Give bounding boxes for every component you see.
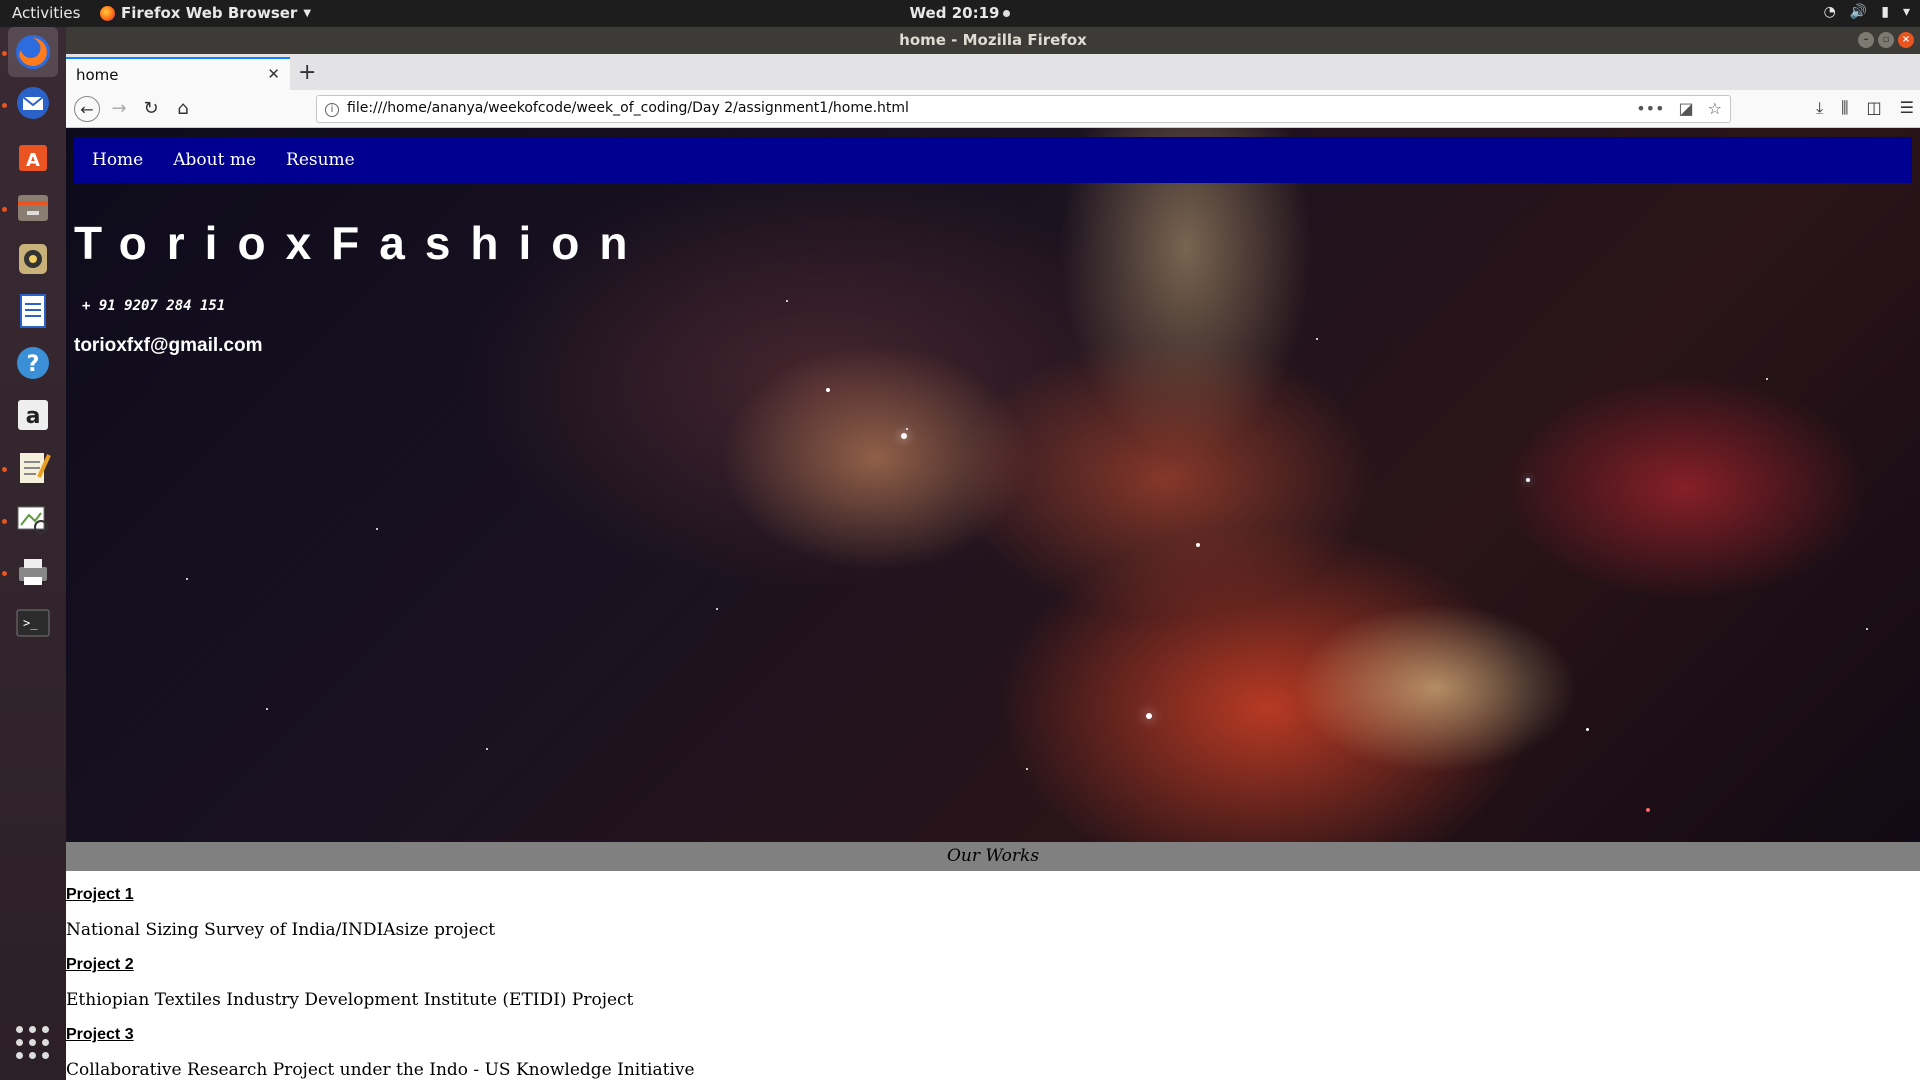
star	[1646, 808, 1650, 812]
star	[1196, 543, 1200, 547]
launcher-dock: A ? a >_	[0, 27, 66, 1080]
star	[486, 748, 488, 750]
close-tab-icon[interactable]: ✕	[267, 65, 280, 83]
star	[906, 428, 908, 430]
notification-dot-icon	[1003, 10, 1011, 17]
tab-bar: home ✕ +	[66, 54, 1920, 90]
project-title: Project 2	[66, 956, 134, 973]
battery-icon[interactable]: ▮	[1881, 4, 1889, 20]
nav-resume-link[interactable]: Resume	[286, 150, 355, 170]
forward-icon[interactable]: →	[106, 96, 132, 122]
tab-home[interactable]: home ✕	[66, 57, 290, 90]
star	[266, 708, 268, 710]
window-titlebar: home - Mozilla Firefox – ▫ ×	[66, 27, 1920, 54]
web-content: Home About me Resume TorioxFashion + 91 …	[66, 128, 1920, 1080]
downloads-icon[interactable]: ⤓	[1816, 98, 1823, 118]
running-indicator	[2, 571, 7, 576]
project-title: Project 3	[66, 1026, 134, 1043]
minimize-icon[interactable]: –	[1858, 32, 1874, 48]
home-icon[interactable]: ⌂	[170, 96, 196, 122]
back-icon[interactable]: ←	[74, 96, 100, 122]
running-indicator	[2, 519, 7, 524]
sidebar-icon[interactable]: ◫	[1867, 98, 1882, 118]
pocket-icon[interactable]: ◪	[1679, 99, 1694, 118]
running-indicator	[2, 207, 7, 212]
star	[376, 528, 378, 530]
help-icon[interactable]: ?	[8, 338, 58, 388]
thunderbird-icon[interactable]	[8, 78, 58, 128]
amazon-icon[interactable]: a	[8, 390, 58, 440]
window-title: home - Mozilla Firefox	[899, 31, 1087, 49]
clock[interactable]: Wed 20:19	[0, 4, 1920, 22]
star	[901, 433, 907, 439]
text-editor-icon[interactable]	[8, 442, 58, 492]
phone-number: + 91 9207 284 151	[82, 298, 226, 314]
maximize-icon[interactable]: ▫	[1878, 32, 1894, 48]
url-actions: ••• ◪ ☆	[1636, 99, 1722, 118]
url-bar[interactable]: i file:///home/ananya/weekofcode/week_of_…	[316, 95, 1731, 123]
volume-icon[interactable]: 🔊	[1850, 4, 1867, 20]
clock-label: Wed 20:19	[909, 4, 1000, 22]
svg-text:>_: >_	[23, 616, 38, 630]
star	[1526, 478, 1530, 482]
toolbar-right: ⤓ ⫼ ◫ ☰	[1816, 98, 1914, 118]
star	[786, 300, 788, 302]
bookmark-star-icon[interactable]: ☆	[1708, 99, 1722, 118]
reload-icon[interactable]: ↻	[138, 96, 164, 122]
firefox-icon[interactable]	[8, 27, 58, 77]
project-title: Project 1	[66, 886, 134, 903]
running-indicator	[2, 467, 7, 472]
nav-about-link[interactable]: About me	[173, 150, 256, 170]
running-indicator	[2, 51, 7, 56]
terminal-icon[interactable]: >_	[8, 598, 58, 648]
tab-title: home	[76, 66, 119, 84]
section-title: Our Works	[946, 846, 1040, 866]
window-controls: – ▫ ×	[1858, 32, 1914, 48]
tray-caret-icon[interactable]: ▾	[1903, 4, 1910, 20]
image-viewer-icon[interactable]	[8, 494, 58, 544]
show-applications-icon[interactable]	[16, 1026, 50, 1060]
hamburger-menu-icon[interactable]: ☰	[1900, 98, 1914, 118]
project-description: Collaborative Research Project under the…	[66, 1060, 695, 1080]
nav-home-link[interactable]: Home	[92, 150, 143, 170]
files-icon[interactable]	[8, 182, 58, 232]
printer-icon[interactable]	[8, 546, 58, 596]
star	[186, 578, 188, 580]
email-address: torioxfxf@gmail.com	[74, 335, 263, 356]
navigation-toolbar: ← → ↻ ⌂ i file:///home/ananya/weekofcode/…	[66, 90, 1920, 128]
library-icon[interactable]: ⫼	[1841, 98, 1848, 118]
system-top-bar: Activities Firefox Web Browser ▼ Wed 20:…	[0, 0, 1920, 27]
site-nav: Home About me Resume	[74, 137, 1912, 183]
section-title-bar: Our Works	[66, 842, 1920, 871]
url-text: file:///home/ananya/weekofcode/week_of_c…	[347, 100, 909, 116]
svg-text:?: ?	[27, 352, 40, 377]
brand-title: TorioxFashion	[74, 217, 648, 269]
close-window-icon[interactable]: ×	[1898, 32, 1914, 48]
star	[716, 608, 718, 610]
star	[1146, 713, 1152, 719]
info-icon[interactable]: i	[325, 103, 339, 117]
rhythmbox-icon[interactable]	[8, 234, 58, 284]
running-indicator	[2, 103, 7, 108]
star	[1766, 378, 1768, 380]
wifi-icon[interactable]: ◔	[1824, 4, 1836, 20]
star	[1866, 628, 1868, 630]
star	[1026, 768, 1028, 770]
project-description: Ethiopian Textiles Industry Development …	[66, 990, 634, 1010]
software-center-icon[interactable]: A	[8, 130, 58, 180]
star	[826, 388, 830, 392]
svg-text:A: A	[26, 150, 40, 171]
new-tab-icon[interactable]: +	[298, 60, 316, 85]
writer-icon[interactable]	[8, 286, 58, 336]
star	[1586, 728, 1589, 731]
system-tray[interactable]: ◔ 🔊 ▮ ▾	[1824, 4, 1910, 20]
svg-text:a: a	[26, 404, 41, 429]
page-actions-icon[interactable]: •••	[1636, 99, 1664, 118]
star	[1316, 338, 1318, 340]
project-description: National Sizing Survey of India/INDIAsiz…	[66, 920, 496, 940]
